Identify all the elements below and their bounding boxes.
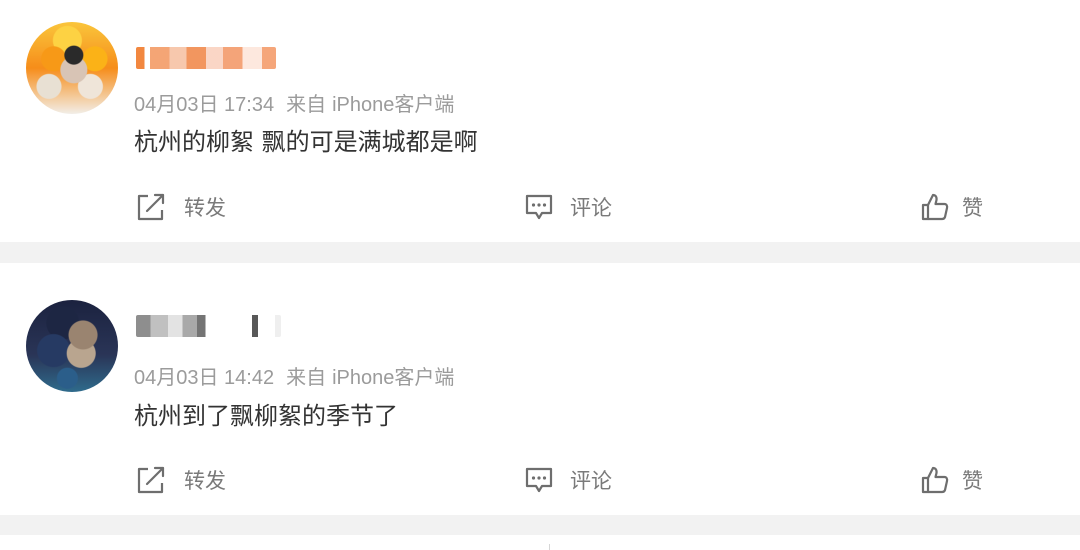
avatar[interactable]	[26, 22, 118, 114]
post-meta: 04月03日 14:42 来自 iPhone客户端	[134, 361, 454, 390]
comment-label: 评论	[570, 196, 612, 220]
post-content: 杭州到了飘柳絮的季节了	[134, 402, 398, 430]
repost-button[interactable]: 转发	[136, 463, 226, 497]
username-blurred[interactable]	[136, 315, 281, 337]
comment-label: 评论	[570, 469, 612, 493]
post-meta: 04月03日 17:34 来自 iPhone客户端	[134, 88, 454, 117]
like-button[interactable]: 赞	[920, 190, 983, 224]
share-out-icon	[136, 192, 168, 222]
thumbs-up-icon	[920, 465, 950, 495]
source-device: iPhone客户端	[332, 367, 455, 389]
post-content: 杭州的柳絮 飘的可是满城都是啊	[134, 128, 478, 156]
username-blurred[interactable]	[136, 47, 276, 69]
action-divider	[549, 544, 550, 550]
post-divider	[0, 515, 1080, 535]
avatar[interactable]	[26, 300, 118, 392]
repost-label: 转发	[184, 196, 226, 220]
post-divider	[0, 242, 1080, 263]
source-device: iPhone客户端	[332, 94, 455, 116]
source-label: 来自	[286, 367, 327, 389]
repost-button[interactable]: 转发	[136, 190, 226, 224]
post-timestamp: 04月03日 14:42	[134, 367, 275, 389]
weibo-post: 04月03日 17:34 来自 iPhone客户端 杭州的柳絮 飘的可是满城都是啊 …	[0, 0, 1080, 242]
comment-bubble-icon	[524, 193, 554, 221]
repost-label: 转发	[184, 469, 226, 493]
comment-bubble-icon	[524, 466, 554, 494]
like-button[interactable]: 赞	[920, 463, 983, 497]
share-out-icon	[136, 465, 168, 495]
comment-button[interactable]: 评论	[524, 463, 612, 497]
like-label: 赞	[962, 469, 983, 493]
thumbs-up-icon	[920, 192, 950, 222]
next-post-edge	[0, 535, 1080, 550]
source-label: 来自	[286, 94, 327, 116]
comment-button[interactable]: 评论	[524, 190, 612, 224]
post-timestamp: 04月03日 17:34	[134, 94, 275, 116]
like-label: 赞	[962, 196, 983, 220]
